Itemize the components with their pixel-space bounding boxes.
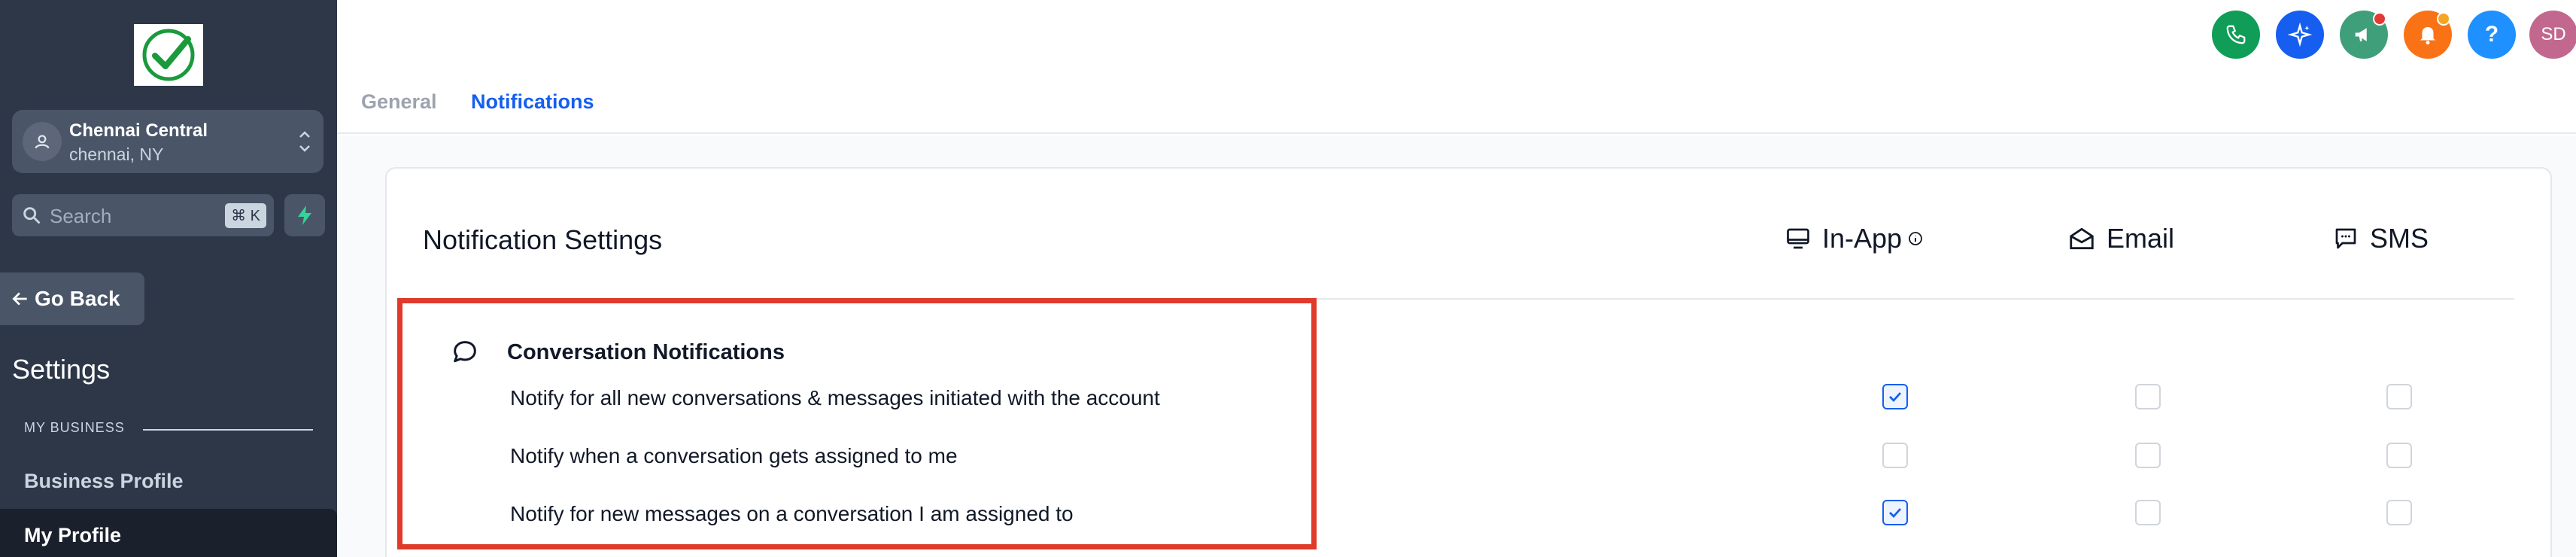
arrow-left-icon — [12, 292, 27, 306]
email-checkbox[interactable] — [2135, 500, 2161, 525]
checkmark-icon — [1889, 392, 1902, 403]
app-logo[interactable] — [134, 24, 203, 86]
highlight-box — [397, 298, 1317, 549]
column-sms-label: SMS — [2370, 223, 2429, 254]
column-in-app-label: In-App — [1822, 223, 1903, 254]
sms-checkbox[interactable] — [2386, 443, 2412, 468]
message-square-icon — [2335, 228, 2356, 249]
section-divider — [143, 429, 313, 431]
bell-icon — [2420, 27, 2435, 45]
sidebar-item-business-profile[interactable]: Business Profile — [24, 470, 184, 493]
help-button[interactable]: ? — [2468, 11, 2516, 59]
lightning-bolt-icon — [298, 205, 311, 225]
checkmark-icon — [1889, 508, 1902, 519]
tab-notifications[interactable]: Notifications — [471, 90, 594, 114]
in-app-checkbox[interactable] — [1882, 500, 1908, 525]
megaphone-icon — [2355, 28, 2367, 41]
email-checkbox[interactable] — [2135, 443, 2161, 468]
quick-action-button[interactable] — [284, 194, 325, 236]
notifications-button[interactable] — [2404, 11, 2452, 59]
notification-badge — [2437, 12, 2450, 26]
search-placeholder: Search — [50, 205, 112, 227]
email-checkbox[interactable] — [2135, 384, 2161, 409]
in-app-checkbox[interactable] — [1882, 443, 1908, 468]
column-email-label: Email — [2107, 223, 2175, 254]
in-app-checkbox[interactable] — [1882, 384, 1908, 409]
card-title: Notification Settings — [423, 224, 663, 255]
search-shortcut-badge: ⌘ K — [225, 203, 266, 228]
mail-open-icon — [2070, 227, 2094, 250]
column-email: Email — [2067, 223, 2174, 254]
column-sms: SMS — [2332, 223, 2429, 254]
go-back-button[interactable]: Go Back — [0, 272, 144, 325]
tab-general[interactable]: General — [361, 90, 437, 114]
help-icon: ? — [2484, 22, 2499, 47]
location-name: Chennai Central — [69, 120, 208, 141]
info-icon[interactable] — [1906, 230, 1924, 248]
search-box[interactable]: Search ⌘ K — [12, 194, 274, 236]
location-switcher[interactable]: Chennai Central chennai, NY — [12, 110, 324, 173]
phone-icon — [2226, 25, 2246, 44]
ai-assistant-button[interactable] — [2276, 11, 2324, 59]
location-pin-icon — [35, 135, 50, 149]
monitor-icon — [1787, 228, 1809, 249]
location-avatar — [23, 122, 62, 161]
chevron-up-down-icon — [299, 131, 310, 152]
column-in-app: In-App — [1785, 223, 1924, 254]
sidebar-item-my-profile[interactable]: My Profile — [24, 524, 121, 547]
user-avatar[interactable]: SD — [2529, 11, 2576, 59]
go-back-label: Go Back — [35, 287, 120, 310]
ai-sparkle-icon — [2288, 23, 2312, 47]
phone-button[interactable] — [2212, 11, 2260, 59]
notification-badge — [2373, 12, 2386, 26]
checkmark-logo-icon — [142, 29, 195, 81]
sms-checkbox[interactable] — [2386, 500, 2412, 525]
search-icon — [23, 207, 41, 224]
sidebar: Chennai Central chennai, NY Search ⌘ K G… — [0, 0, 337, 557]
sms-checkbox[interactable] — [2386, 384, 2412, 409]
section-label-my-business: MY BUSINESS — [24, 420, 125, 435]
location-city: chennai, NY — [69, 145, 164, 164]
settings-title: Settings — [12, 354, 111, 385]
announcements-button[interactable] — [2340, 11, 2388, 59]
